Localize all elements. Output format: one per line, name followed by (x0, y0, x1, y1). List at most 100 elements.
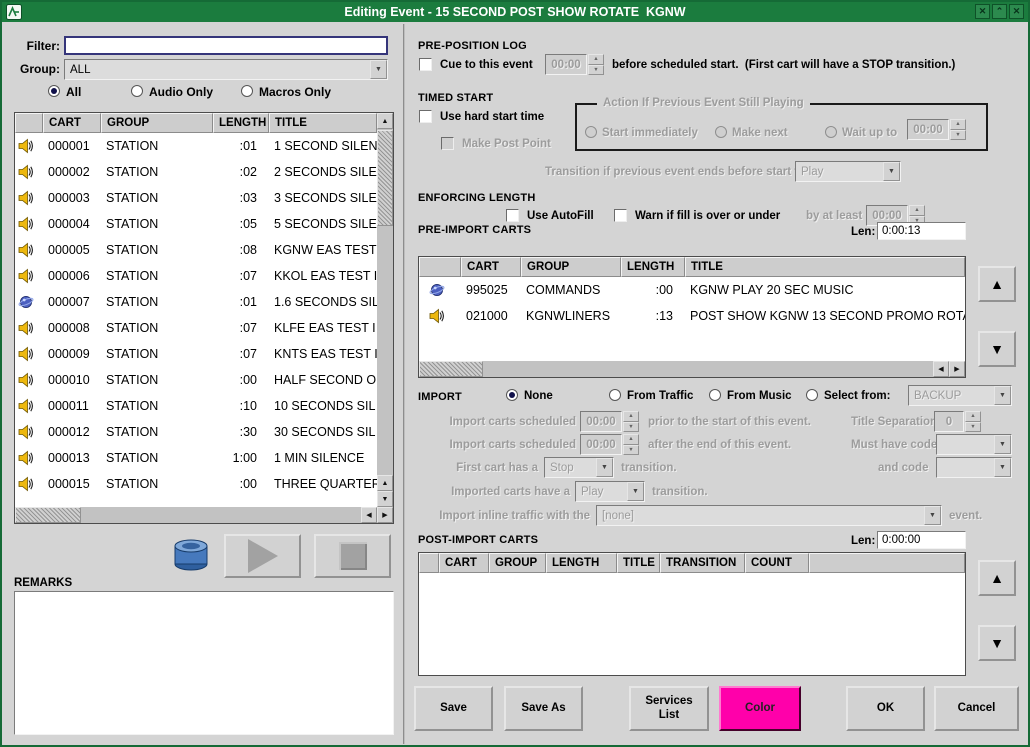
pre-import-hscrollbar[interactable]: ◀ ▶ (419, 361, 965, 377)
import-music-radio[interactable] (709, 389, 721, 401)
inline-traffic-select[interactable]: [none] ▼ (596, 505, 942, 526)
start-immediately-radio[interactable] (585, 126, 597, 138)
length-column-header[interactable]: LENGTH (546, 553, 617, 573)
spin-down-icon[interactable]: ▼ (588, 65, 604, 76)
titlebar[interactable]: Editing Event - 15 SECOND POST SHOW ROTA… (2, 2, 1028, 22)
scroll-up-icon[interactable]: ▲ (377, 113, 393, 129)
chevron-down-icon[interactable]: ▼ (883, 162, 900, 181)
scroll-down-icon[interactable]: ▼ (377, 491, 393, 507)
group-select[interactable]: ALL ▼ (64, 59, 388, 80)
spin-up-icon[interactable]: ▲ (623, 434, 639, 445)
window-close-icon[interactable]: ✕ (1009, 4, 1024, 19)
cart-row[interactable]: 000006 STATION :07 KKOL EAS TEST I (15, 263, 377, 289)
cue-time-spinbox[interactable]: 00:00 ▲▼ (545, 54, 604, 75)
hscroll-thumb[interactable] (15, 507, 81, 523)
icon-column-header[interactable] (419, 553, 439, 573)
cart-stack-button[interactable] (168, 533, 214, 575)
import-none-radio[interactable] (506, 389, 518, 401)
services-list-button[interactable]: Services List (629, 686, 709, 731)
hard-start-checkbox[interactable] (419, 110, 432, 123)
play-button[interactable] (224, 534, 301, 578)
import-select-from-radio[interactable] (806, 389, 818, 401)
save-button[interactable]: Save (414, 686, 493, 731)
hscroll-thumb[interactable] (419, 361, 483, 377)
pre-import-row[interactable]: 995025 COMMANDS :00 KGNW PLAY 20 SEC MUS… (419, 277, 965, 303)
filter-macros-only-radio[interactable] (241, 85, 253, 97)
spin-down-icon[interactable]: ▼ (623, 422, 639, 433)
cart-row[interactable]: 000004 STATION :05 5 SECONDS SILE (15, 211, 377, 237)
transition-select[interactable]: Play ▼ (795, 161, 901, 182)
autofill-checkbox[interactable] (506, 209, 519, 222)
chevron-down-icon[interactable]: ▼ (370, 60, 387, 79)
sched-prior-spinbox[interactable]: 00:00 ▲▼ (580, 411, 639, 432)
title-column-header[interactable]: TITLE (269, 113, 377, 133)
imported-transition-select[interactable]: Play ▼ (575, 481, 645, 502)
spin-down-icon[interactable]: ▼ (965, 422, 981, 433)
cart-column-header[interactable]: CART (43, 113, 101, 133)
group-column-header[interactable]: GROUP (521, 257, 621, 277)
color-button[interactable]: Color (719, 686, 801, 731)
title-column-header[interactable]: TITLE (685, 257, 965, 277)
length-column-header[interactable]: LENGTH (621, 257, 685, 277)
cart-row[interactable]: 000013 STATION 1:00 1 MIN SILENCE (15, 445, 377, 471)
and-code-select[interactable]: ▼ (936, 457, 1012, 478)
sched-after-spinbox[interactable]: 00:00 ▲▼ (580, 434, 639, 455)
ok-button[interactable]: OK (846, 686, 925, 731)
cue-checkbox[interactable] (419, 58, 432, 71)
import-traffic-radio[interactable] (609, 389, 621, 401)
transition-column-header[interactable]: TRANSITION (660, 553, 745, 573)
spin-up-icon[interactable]: ▲ (588, 54, 604, 65)
chevron-down-icon[interactable]: ▼ (924, 506, 941, 525)
vscroll-thumb[interactable] (377, 130, 393, 226)
cart-row[interactable]: 000008 STATION :07 KLFE EAS TEST I (15, 315, 377, 341)
spin-up-icon[interactable]: ▲ (623, 411, 639, 422)
wait-time-spinbox[interactable]: 00:00 ▲▼ (907, 119, 966, 140)
select-from-select[interactable]: BACKUP ▼ (908, 385, 1012, 406)
chevron-down-icon[interactable]: ▼ (627, 482, 644, 501)
warn-fill-checkbox[interactable] (614, 209, 627, 222)
scroll-left-icon[interactable]: ◀ (361, 507, 377, 523)
cart-row[interactable]: 000005 STATION :08 KGNW EAS TEST (15, 237, 377, 263)
scroll-right-icon[interactable]: ▶ (949, 361, 965, 377)
cart-row[interactable]: 000011 STATION :10 10 SECONDS SIL (15, 393, 377, 419)
remarks-input[interactable] (14, 591, 394, 735)
pre-import-move-up-button[interactable]: ▲ (978, 266, 1016, 302)
cart-row[interactable]: 000009 STATION :07 KNTS EAS TEST I (15, 341, 377, 367)
cart-row[interactable]: 000002 STATION :02 2 SECONDS SILE (15, 159, 377, 185)
cart-column-header[interactable]: CART (461, 257, 521, 277)
cart-row[interactable]: 000012 STATION :30 30 SECONDS SIL (15, 419, 377, 445)
spin-up-icon[interactable]: ▲ (965, 411, 981, 422)
wait-up-to-radio[interactable] (825, 126, 837, 138)
post-import-move-up-button[interactable]: ▲ (978, 560, 1016, 596)
window-close-left-icon[interactable]: ✕ (975, 4, 990, 19)
spin-up-icon[interactable]: ▲ (909, 205, 925, 216)
chevron-down-icon[interactable]: ▼ (994, 386, 1011, 405)
chevron-down-icon[interactable]: ▼ (994, 435, 1011, 454)
filter-audio-only-radio[interactable] (131, 85, 143, 97)
filter-all-radio[interactable] (48, 85, 60, 97)
pre-import-row[interactable]: 021000 KGNWLINERS :13 POST SHOW KGNW 13 … (419, 303, 965, 329)
cart-row[interactable]: 000015 STATION :00 THREE QUARTER (15, 471, 377, 497)
filter-input[interactable] (64, 36, 388, 55)
post-point-checkbox[interactable] (441, 137, 454, 150)
must-have-code-select[interactable]: ▼ (936, 434, 1012, 455)
chevron-down-icon[interactable]: ▼ (596, 458, 613, 477)
scroll-up-icon[interactable]: ▲ (377, 475, 393, 491)
spin-down-icon[interactable]: ▼ (950, 130, 966, 141)
make-next-radio[interactable] (715, 126, 727, 138)
spin-down-icon[interactable]: ▼ (623, 445, 639, 456)
count-column-header[interactable]: COUNT (745, 553, 809, 573)
group-column-header[interactable]: GROUP (489, 553, 546, 573)
length-column-header[interactable]: LENGTH (213, 113, 269, 133)
post-import-move-down-button[interactable]: ▼ (978, 625, 1016, 661)
scroll-right-icon[interactable]: ▶ (377, 507, 393, 523)
cart-row[interactable]: 000007 STATION :01 1.6 SECONDS SIL (15, 289, 377, 315)
first-cart-transition-select[interactable]: Stop ▼ (544, 457, 614, 478)
cart-table-vscrollbar[interactable]: ▲ ▲ ▼ (377, 113, 393, 507)
stop-button[interactable] (314, 534, 391, 578)
window-shade-icon[interactable]: ⌃ (992, 4, 1007, 19)
icon-column-header[interactable] (15, 113, 43, 133)
save-as-button[interactable]: Save As (504, 686, 583, 731)
title-column-header[interactable]: TITLE (617, 553, 660, 573)
cart-row[interactable]: 000010 STATION :00 HALF SECOND O (15, 367, 377, 393)
